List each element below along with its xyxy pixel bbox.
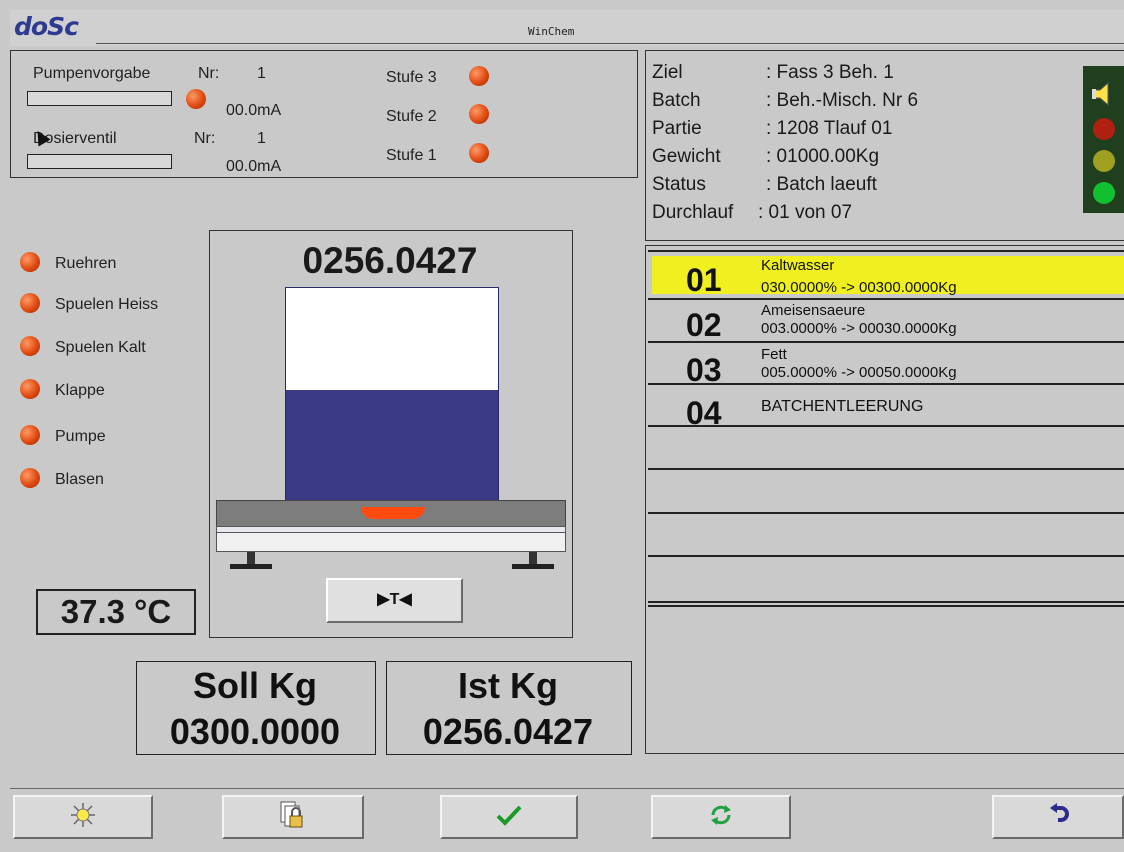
step-detail: 005.0000% -> 00050.0000Kg (761, 364, 957, 381)
lock-button[interactable] (222, 795, 364, 839)
light-button[interactable] (13, 795, 153, 839)
indicator-label-spuelen-heiss: Spuelen Heiss (55, 296, 159, 313)
step-name[interactable]: Fett (761, 347, 787, 362)
stage-3-led (469, 66, 489, 86)
pump-bar (27, 91, 172, 106)
target-weight-value: 0300.0000 (169, 711, 341, 752)
tank-fill (286, 390, 498, 500)
steps-divider (648, 555, 1124, 557)
indicator-led-spuelen-heiss (20, 293, 40, 313)
indicator-led-klappe (20, 379, 40, 399)
green-light (1093, 182, 1115, 204)
step-detail: 003.0000% -> 00030.0000Kg (761, 320, 957, 337)
pump-led (186, 89, 206, 109)
info-value-ziel: : Fass 3 Beh. 1 (766, 62, 894, 83)
step-name[interactable]: Kaltwasser (761, 258, 834, 273)
steps-divider (648, 601, 1124, 603)
valve-nr: 1 (257, 130, 266, 147)
scale-foot-right (510, 552, 556, 570)
info-value-durchlauf: : 01 von 07 (758, 202, 853, 223)
refresh-button[interactable] (651, 795, 791, 839)
checkmark-icon (496, 804, 522, 831)
pump-nr-label: Nr: (198, 65, 220, 82)
info-label-partie: Partie (652, 118, 702, 139)
step-name[interactable]: BATCHENTLEERUNG (761, 399, 923, 415)
indicator-label-spuelen-kalt: Spuelen Kalt (55, 339, 146, 356)
light-icon (70, 802, 96, 833)
info-value-partie: : 1208 Tlauf 01 (766, 118, 893, 139)
step-detail: 030.0000% -> 00300.0000Kg (761, 279, 957, 296)
step-number[interactable]: 03 (686, 352, 722, 389)
red-light (1093, 118, 1115, 140)
indicator-led-spuelen-kalt (20, 336, 40, 356)
confirm-button[interactable] (440, 795, 578, 839)
step-number[interactable]: 02 (686, 307, 722, 344)
steps-divider (648, 468, 1124, 470)
indicator-led-blasen (20, 468, 40, 488)
speaker-icon[interactable] (1090, 80, 1118, 108)
info-label-status: Status (652, 174, 706, 195)
app-title: WinChem (528, 25, 575, 38)
pump-current: 00.0mA (226, 102, 282, 119)
scale-reading: 0256.0427 (302, 240, 478, 281)
stage-2-label: Stufe 2 (386, 108, 437, 125)
pump-nr: 1 (257, 65, 266, 82)
scale-base (216, 532, 566, 552)
refresh-icon (708, 802, 734, 833)
step-number[interactable]: 04 (686, 395, 722, 432)
valve-current: 00.0mA (226, 158, 282, 175)
logo: doSc (14, 12, 79, 41)
info-label-gewicht: Gewicht (652, 146, 721, 167)
steps-divider (648, 605, 1124, 607)
actual-weight-value: 0256.0427 (422, 711, 594, 752)
indicator-label-blasen: Blasen (55, 471, 104, 488)
tare-button[interactable]: ▶T◀ (326, 578, 463, 623)
actual-weight-label: Ist Kg (457, 665, 558, 706)
stage-3-label: Stufe 3 (386, 69, 437, 86)
stage-2-led (469, 104, 489, 124)
lock-icon (278, 800, 308, 835)
info-value-batch: : Beh.-Misch. Nr 6 (766, 90, 919, 111)
step-name[interactable]: Ameisensaeure (761, 303, 865, 318)
indicator-led-ruehren (20, 252, 40, 272)
info-label-durchlauf: Durchlauf (652, 202, 734, 223)
scale-foot-left (228, 552, 274, 570)
stage-1-label: Stufe 1 (386, 147, 437, 164)
back-icon (1046, 802, 1070, 832)
info-label-batch: Batch (652, 90, 701, 111)
temperature-display: 37.3 °C (36, 589, 196, 635)
valve-nr-label: Nr: (194, 130, 216, 147)
pump-label: Pumpenvorgabe (33, 65, 151, 82)
valve-bar (27, 154, 172, 169)
indicator-label-klappe: Klappe (55, 382, 105, 399)
title-divider (96, 43, 1124, 44)
indicator-led-pumpe (20, 425, 40, 445)
yellow-light (1093, 150, 1115, 172)
steps-divider (648, 250, 1124, 252)
info-label-ziel: Ziel (652, 62, 683, 83)
info-value-status: : Batch laeuft (766, 174, 877, 195)
indicator-label-ruehren: Ruehren (55, 255, 117, 272)
step-number[interactable]: 01 (686, 262, 722, 299)
target-weight-label: Soll Kg (193, 665, 317, 706)
info-value-gewicht: : 01000.00Kg (766, 146, 880, 167)
steps-divider (648, 512, 1124, 514)
indicator-label-pumpe: Pumpe (55, 428, 106, 445)
toolbar-divider (10, 788, 1124, 789)
back-button[interactable] (992, 795, 1124, 839)
stage-1-led (469, 143, 489, 163)
scale-indicator (361, 507, 425, 519)
